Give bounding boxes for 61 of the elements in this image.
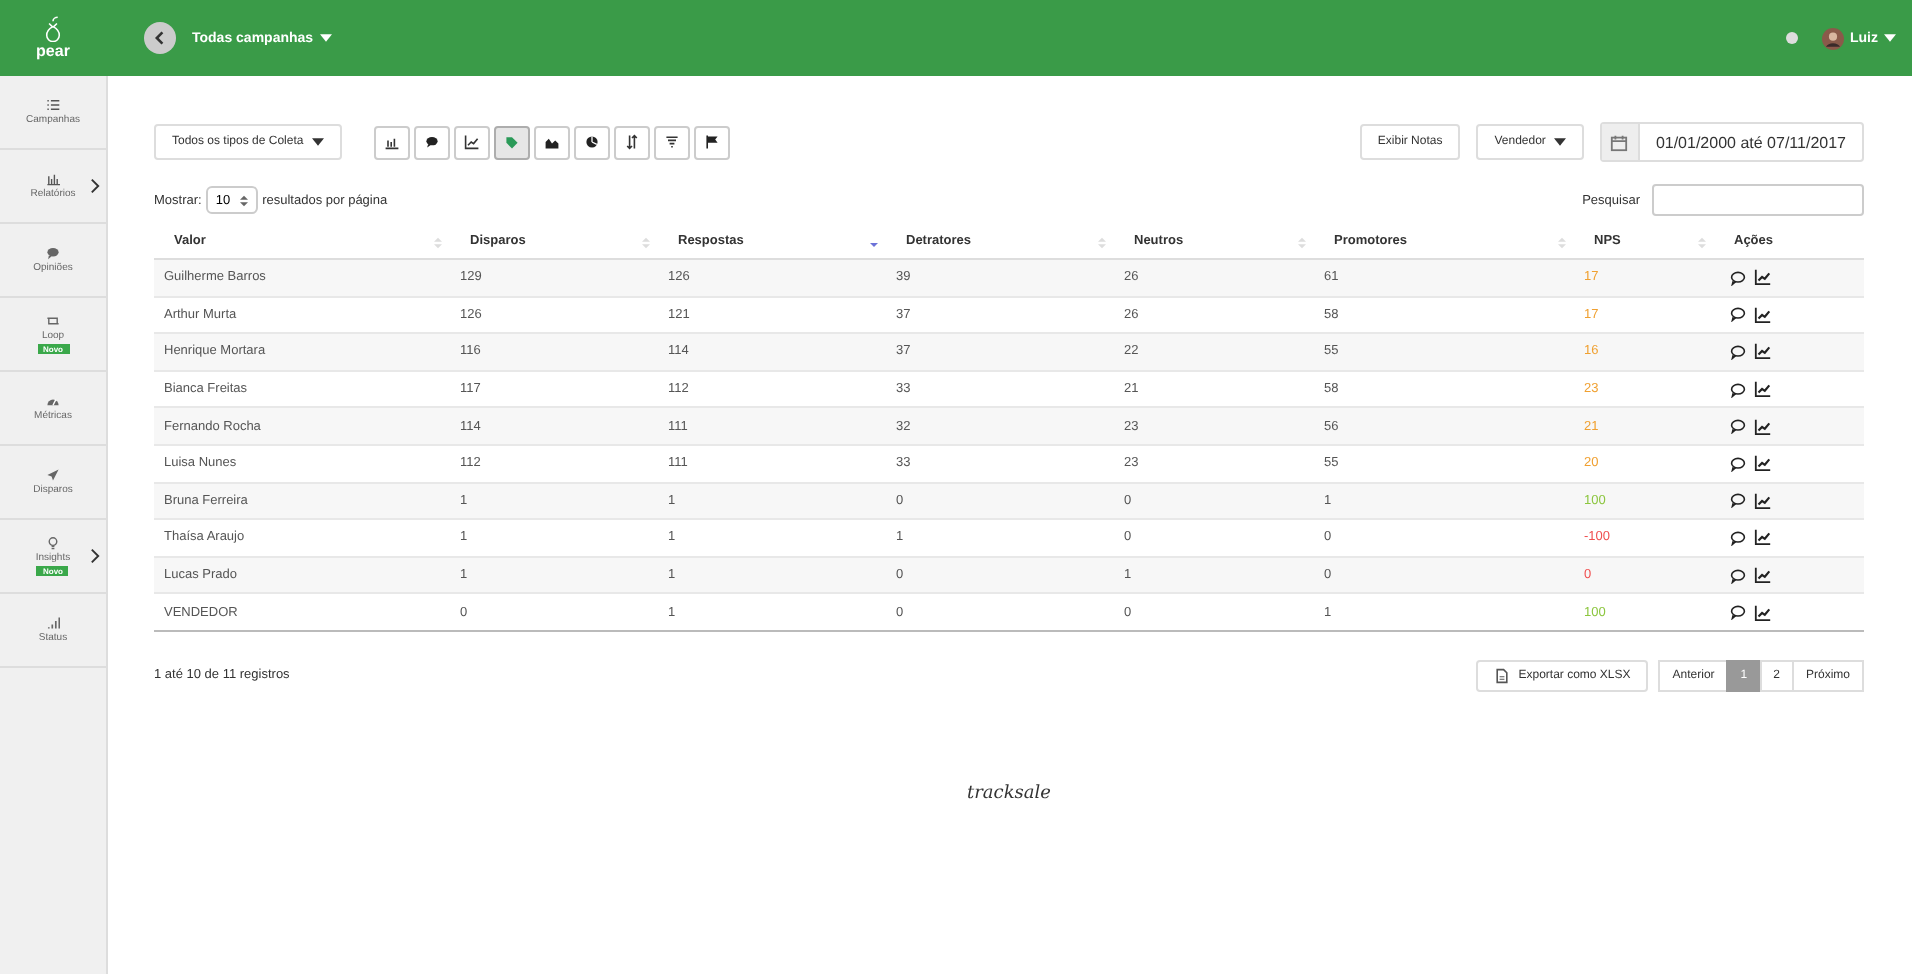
line-chart-icon[interactable] [1754, 454, 1772, 473]
comment-icon[interactable] [1730, 492, 1746, 509]
calendar-icon [1610, 133, 1629, 151]
view-button[interactable] [373, 125, 410, 159]
comment-icon[interactable] [1730, 604, 1746, 621]
tag-icon [503, 134, 520, 150]
avatar-icon [1822, 27, 1844, 49]
caret-icon [1553, 138, 1566, 146]
comment-icon[interactable] [1730, 381, 1746, 398]
signal-icon [46, 616, 60, 630]
line-chart-icon[interactable] [1754, 603, 1772, 622]
comment-icon[interactable] [1730, 418, 1746, 435]
line-chart-icon[interactable] [1754, 528, 1772, 547]
speech-bubble-icon [45, 246, 60, 260]
paper-plane-icon [45, 468, 60, 482]
view-button[interactable] [413, 125, 450, 159]
view-button[interactable] [573, 125, 610, 159]
pear-icon [42, 16, 64, 42]
flag-icon [703, 134, 720, 150]
caret-icon [311, 138, 324, 146]
comment-icon[interactable] [1730, 455, 1746, 472]
chevron-left-icon [152, 30, 168, 46]
file-icon [1494, 667, 1511, 684]
spinner-icon [240, 193, 249, 207]
speech-bubble-icon [423, 134, 440, 150]
pie-chart-icon [583, 134, 600, 150]
date-range-field[interactable]: 01/01/2000 até 07/11/2017 [1599, 122, 1864, 162]
back-button[interactable] [144, 22, 176, 54]
bar-chart-icon [45, 172, 60, 186]
view-button[interactable] [453, 125, 490, 159]
caret-icon [319, 34, 332, 42]
line-chart-icon[interactable] [1754, 268, 1772, 287]
loop-icon [46, 314, 60, 328]
status-dot [1786, 32, 1798, 44]
line-chart-icon[interactable] [1754, 417, 1772, 436]
caret-icon [1884, 34, 1896, 42]
search-field[interactable] [1652, 184, 1864, 216]
list-icon [46, 98, 60, 112]
comment-icon[interactable] [1730, 269, 1746, 286]
area-chart-icon [543, 134, 560, 150]
line-chart-icon[interactable] [1754, 380, 1772, 399]
bar-chart-icon [383, 134, 400, 150]
line-chart-icon [463, 134, 480, 150]
line-chart-icon[interactable] [1754, 566, 1772, 585]
gauge-icon [46, 394, 60, 408]
line-chart-icon[interactable] [1754, 305, 1772, 324]
comment-icon[interactable] [1730, 306, 1746, 323]
view-button[interactable] [693, 125, 730, 159]
comment-icon[interactable] [1730, 343, 1746, 360]
line-chart-icon[interactable] [1754, 491, 1772, 510]
logo-text: pear [36, 42, 70, 60]
line-chart-icon[interactable] [1754, 342, 1772, 361]
lightbulb-icon [45, 536, 60, 550]
comment-icon[interactable] [1730, 567, 1746, 584]
filter-icon [663, 134, 680, 150]
view-button[interactable] [613, 125, 650, 159]
brand-signature: tracksale [967, 783, 1051, 804]
view-button[interactable] [533, 125, 570, 159]
logo[interactable]: pear [0, 0, 106, 76]
sort-icon [623, 134, 640, 150]
comment-icon[interactable] [1730, 529, 1746, 546]
